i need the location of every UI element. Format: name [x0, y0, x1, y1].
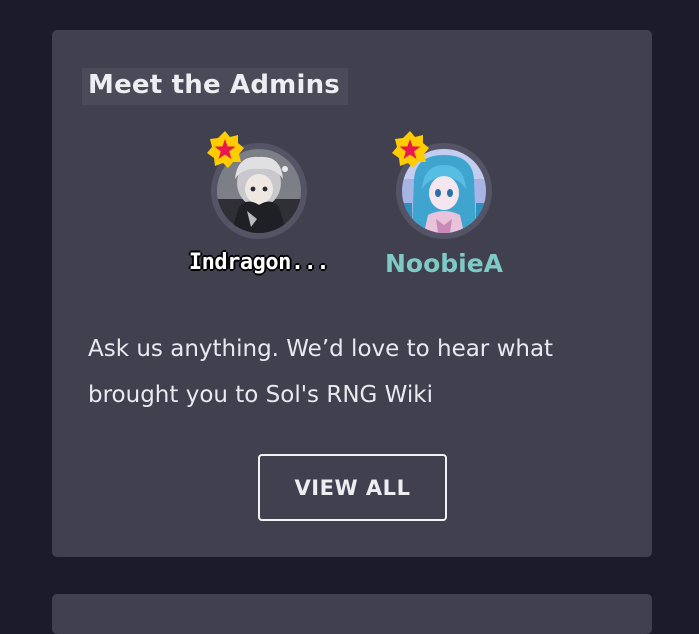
admin-star-badge-icon: [390, 130, 430, 170]
view-all-button[interactable]: VIEW ALL: [258, 454, 447, 521]
next-card: [52, 594, 652, 634]
admin-star-badge-icon: [205, 130, 245, 170]
admin-list: Indragon... NoobieA: [52, 131, 652, 288]
admin-name[interactable]: NoobieA: [354, 248, 534, 280]
admin-name[interactable]: Indragon...: [169, 248, 349, 278]
admin-item[interactable]: Indragon...: [169, 131, 349, 288]
meet-the-admins-card: Meet the Admins Indragon... NoobieA Ask …: [52, 30, 652, 557]
card-description: Ask us anything. We’d love to hear what …: [88, 336, 554, 408]
card-title: Meet the Admins: [82, 68, 348, 105]
admin-item[interactable]: NoobieA: [354, 131, 534, 288]
